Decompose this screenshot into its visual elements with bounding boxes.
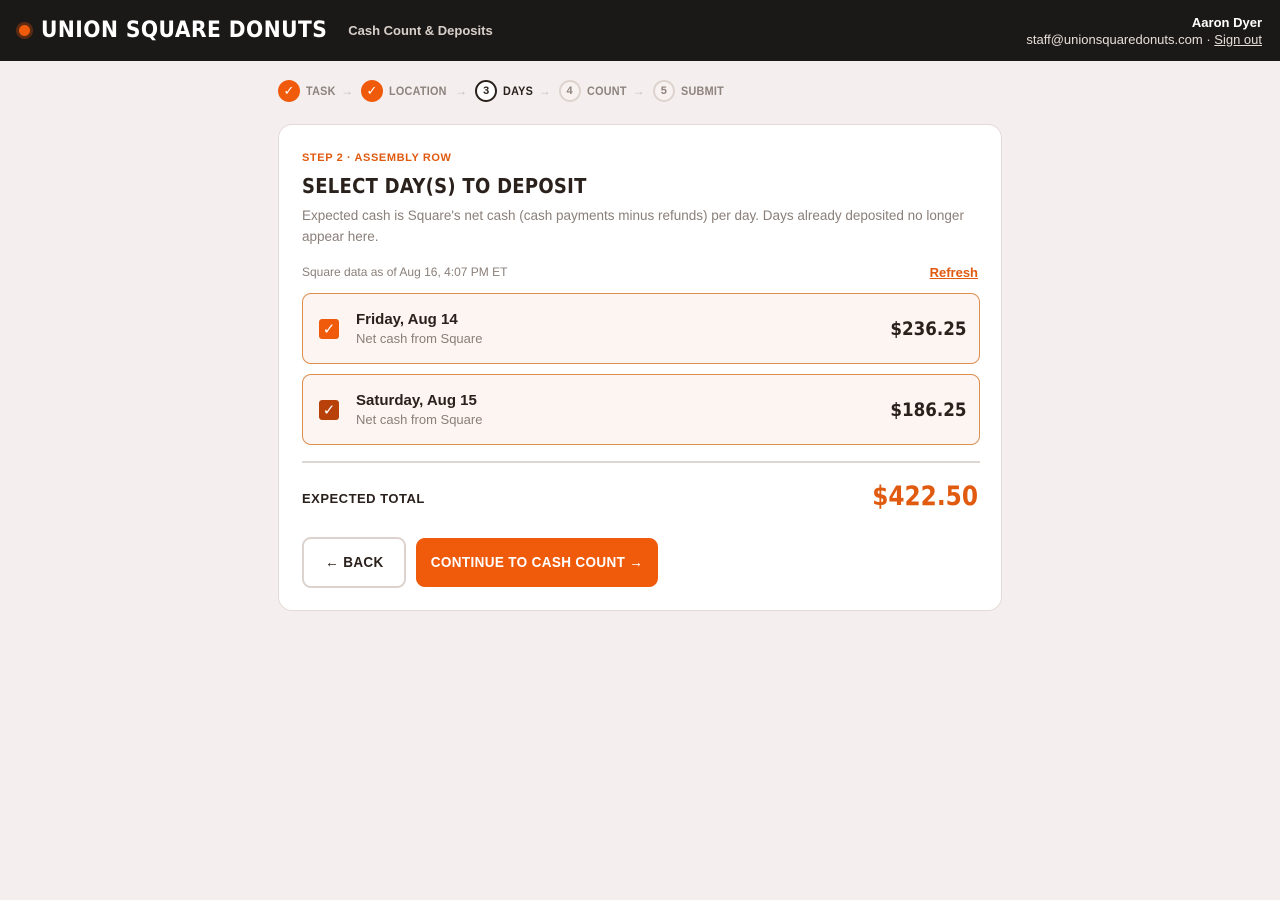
day-name: Saturday, Aug 15 bbox=[356, 392, 477, 409]
step-number: 3 bbox=[475, 80, 498, 102]
data-timestamp: Square data as of Aug 16, 4:07 PM ET bbox=[302, 265, 508, 279]
expected-total-label: EXPECTED TOTAL bbox=[302, 491, 425, 506]
continue-to-cash-count-button[interactable]: CONTINUE TO CASH COUNT → bbox=[416, 538, 658, 587]
step-label: COUNT bbox=[586, 84, 627, 98]
back-button-label: ← BACK bbox=[324, 554, 384, 571]
step-count: 4 COUNT bbox=[558, 80, 631, 102]
day-option-friday[interactable]: ✓ Friday, Aug 14 Net cash from Square $2… bbox=[302, 293, 980, 364]
step-label: LOCATION bbox=[388, 84, 447, 98]
sign-out-link[interactable]: Sign out bbox=[1214, 32, 1262, 47]
back-button[interactable]: ← BACK bbox=[302, 537, 406, 588]
arrow-right-icon: → bbox=[632, 84, 645, 98]
day-amount: $186.25 bbox=[890, 398, 967, 421]
step-days: 3 DAYS bbox=[475, 80, 536, 102]
app-subtitle: Cash Count & Deposits bbox=[348, 23, 493, 38]
continue-button-label: CONTINUE TO CASH COUNT → bbox=[430, 554, 644, 571]
refresh-link[interactable]: Refresh bbox=[930, 265, 978, 280]
arrow-right-icon: → bbox=[455, 84, 468, 98]
deposit-day-card: STEP 2 · ASSEMBLY ROW SELECT DAY(S) TO D… bbox=[278, 124, 1002, 611]
brand-logo-icon bbox=[16, 22, 33, 39]
check-icon: ✓ bbox=[360, 80, 383, 102]
day-option-saturday[interactable]: ✓ Saturday, Aug 15 Net cash from Square … bbox=[302, 374, 980, 445]
day-amount: $236.25 bbox=[890, 317, 967, 340]
progress-stepper: ✓ TASK → ✓ LOCATION → 3 DAYS → 4 COUNT →… bbox=[278, 80, 729, 102]
day-text: Saturday, Aug 15 Net cash from Square bbox=[356, 392, 880, 427]
checkbox-checked-icon[interactable]: ✓ bbox=[319, 318, 339, 339]
description: Expected cash is Square's net cash (cash… bbox=[302, 208, 964, 244]
step-number: 5 bbox=[652, 80, 675, 102]
step-label: SUBMIT bbox=[680, 84, 724, 98]
user-info: Aaron Dyer staff@unionsquaredonuts.com ·… bbox=[1026, 14, 1262, 48]
step-task: ✓ TASK bbox=[278, 80, 339, 102]
step-label: DAYS bbox=[503, 84, 534, 98]
user-email: staff@unionsquaredonuts.com bbox=[1026, 31, 1203, 47]
arrow-right-icon: → bbox=[538, 84, 551, 98]
step-label: TASK bbox=[306, 84, 336, 98]
step-submit: 5 SUBMIT bbox=[652, 80, 729, 102]
day-text: Friday, Aug 14 Net cash from Square bbox=[356, 311, 880, 346]
checkbox-checked-icon[interactable]: ✓ bbox=[319, 399, 339, 420]
step-eyebrow: STEP 2 · ASSEMBLY ROW bbox=[302, 152, 452, 164]
arrow-right-icon: → bbox=[340, 84, 353, 98]
divider bbox=[302, 461, 980, 463]
step-number: 4 bbox=[558, 80, 581, 102]
user-email-line: staff@unionsquaredonuts.com · Sign out bbox=[1026, 31, 1262, 48]
expected-total-amount: $422.50 bbox=[872, 481, 978, 512]
page-title: SELECT DAY(S) TO DEPOSIT bbox=[302, 174, 587, 198]
day-subtitle: Net cash from Square bbox=[356, 331, 483, 346]
day-name: Friday, Aug 14 bbox=[356, 311, 458, 328]
day-subtitle: Net cash from Square bbox=[356, 412, 483, 427]
separator: · bbox=[1206, 31, 1211, 47]
user-name: Aaron Dyer bbox=[1191, 14, 1262, 30]
brand: UNION SQUARE DONUTS Cash Count & Deposit… bbox=[16, 18, 493, 43]
top-bar: UNION SQUARE DONUTS Cash Count & Deposit… bbox=[0, 0, 1280, 61]
check-icon: ✓ bbox=[278, 80, 300, 102]
brand-name: UNION SQUARE DONUTS bbox=[41, 18, 328, 43]
step-location: ✓ LOCATION bbox=[360, 80, 453, 102]
